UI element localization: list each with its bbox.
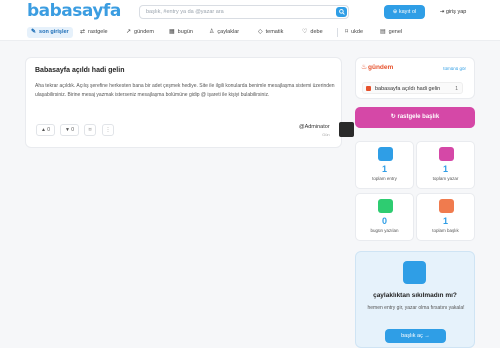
bookmark-icon: ⌑ xyxy=(345,29,349,35)
bookmark-button[interactable]: ⌑ xyxy=(84,124,96,136)
logo[interactable]: babasayfa xyxy=(27,1,121,21)
promo-title: çaylaklıktan sıkılmadın mı? xyxy=(373,292,457,299)
entry-card: Babasayfa açıldı hadi gelin Aha tekrar a… xyxy=(25,57,354,148)
entry-body: Aha tekrar açıldık. Açılış şerefine herk… xyxy=(35,83,335,98)
promo-panel: çaylaklıktan sıkılmadın mı? hemen entry … xyxy=(355,251,475,348)
tab-genel[interactable]: ▤ genel xyxy=(380,27,402,38)
tab-son-girisler[interactable]: ✎ son girişler xyxy=(27,27,73,38)
trending-icon: ↗ xyxy=(126,29,132,35)
lightning-icon xyxy=(378,199,393,213)
grid-icon: ▤ xyxy=(380,29,386,35)
person-add-icon: ♙ xyxy=(209,29,215,35)
search-bar[interactable]: başlık, #entry ya da @yazar ara xyxy=(139,5,349,19)
pencil-icon: ✎ xyxy=(31,29,37,35)
megaphone-icon xyxy=(403,261,426,284)
entry-date: Gün xyxy=(322,132,330,137)
gundem-count: 1 xyxy=(455,85,458,92)
stat-total-entries: 1 toplam entry xyxy=(355,141,414,189)
tab-tematik[interactable]: ◇ tematik xyxy=(258,27,283,38)
tab-ukde[interactable]: ⌑ ukde xyxy=(345,27,363,38)
share-icon: ⋮ xyxy=(105,127,111,133)
topic-icon xyxy=(366,86,371,91)
see-all-link[interactable]: tümünü gör xyxy=(443,66,466,71)
stat-total-authors: 1 toplam yazar xyxy=(416,141,475,189)
user-icon xyxy=(439,147,454,161)
search-input[interactable]: başlık, #entry ya da @yazar ara xyxy=(146,9,224,15)
badge-icon xyxy=(439,199,454,213)
arrow-right-icon: → xyxy=(422,333,430,339)
register-button[interactable]: ⊕ kayıt ol xyxy=(384,5,425,19)
upvote-button[interactable]: ▲ 0 xyxy=(36,124,55,136)
calendar-icon: ▦ xyxy=(169,29,175,35)
fire-icon: ♨ xyxy=(361,64,368,71)
heart-icon: ♡ xyxy=(302,29,308,35)
search-icon xyxy=(338,9,345,15)
search-button[interactable] xyxy=(336,7,347,17)
open-topic-button[interactable]: başlık aç → xyxy=(385,329,446,343)
share-button[interactable]: ⋮ xyxy=(102,124,114,136)
gundem-panel: ♨ gündem tümünü gör babasayfa açıldı had… xyxy=(355,57,475,99)
avatar[interactable] xyxy=(339,122,354,137)
gundem-title: gündem xyxy=(368,64,394,71)
nav-bar: ✎ son girişler ⇄ rastgele ↗ gündem ▦ bugün ♙… xyxy=(0,24,500,41)
stat-total-topics: 1 toplam başlık xyxy=(416,193,475,241)
tab-bugun[interactable]: ▦ bugün xyxy=(169,27,193,38)
divider xyxy=(337,28,338,37)
downvote-button[interactable]: ▼ 0 xyxy=(60,124,79,136)
header: babasayfa başlık, #entry ya da @yazar ar… xyxy=(0,0,500,24)
message-icon xyxy=(378,147,393,161)
bookmark-icon: ⌑ xyxy=(88,127,92,133)
tab-rastgele[interactable]: ⇄ rastgele xyxy=(80,27,108,38)
entry-title[interactable]: Babasayfa açıldı hadi gelin xyxy=(35,67,124,74)
shuffle-icon: ⇄ xyxy=(80,29,86,35)
random-topic-button[interactable]: ↻ rastgele başlık xyxy=(355,107,475,128)
promo-subtitle: hemen entry gir, yazar olma fırsatını ya… xyxy=(367,305,465,311)
refresh-icon: ↻ xyxy=(390,114,398,120)
tab-debe[interactable]: ♡ debe xyxy=(302,27,323,38)
gundem-item[interactable]: babasayfa açıldı hadi gelin 1 xyxy=(362,82,463,94)
stat-today-written: 0 bugün yazılan xyxy=(355,193,414,241)
tab-gundem[interactable]: ↗ gündem xyxy=(126,27,154,38)
entry-author[interactable]: @Adminator Gün xyxy=(299,124,330,137)
tag-icon: ◇ xyxy=(258,29,263,35)
login-button[interactable]: ⇥ giriş yap xyxy=(433,5,473,19)
tab-caylaklar[interactable]: ♙ çaylaklar xyxy=(209,27,239,38)
